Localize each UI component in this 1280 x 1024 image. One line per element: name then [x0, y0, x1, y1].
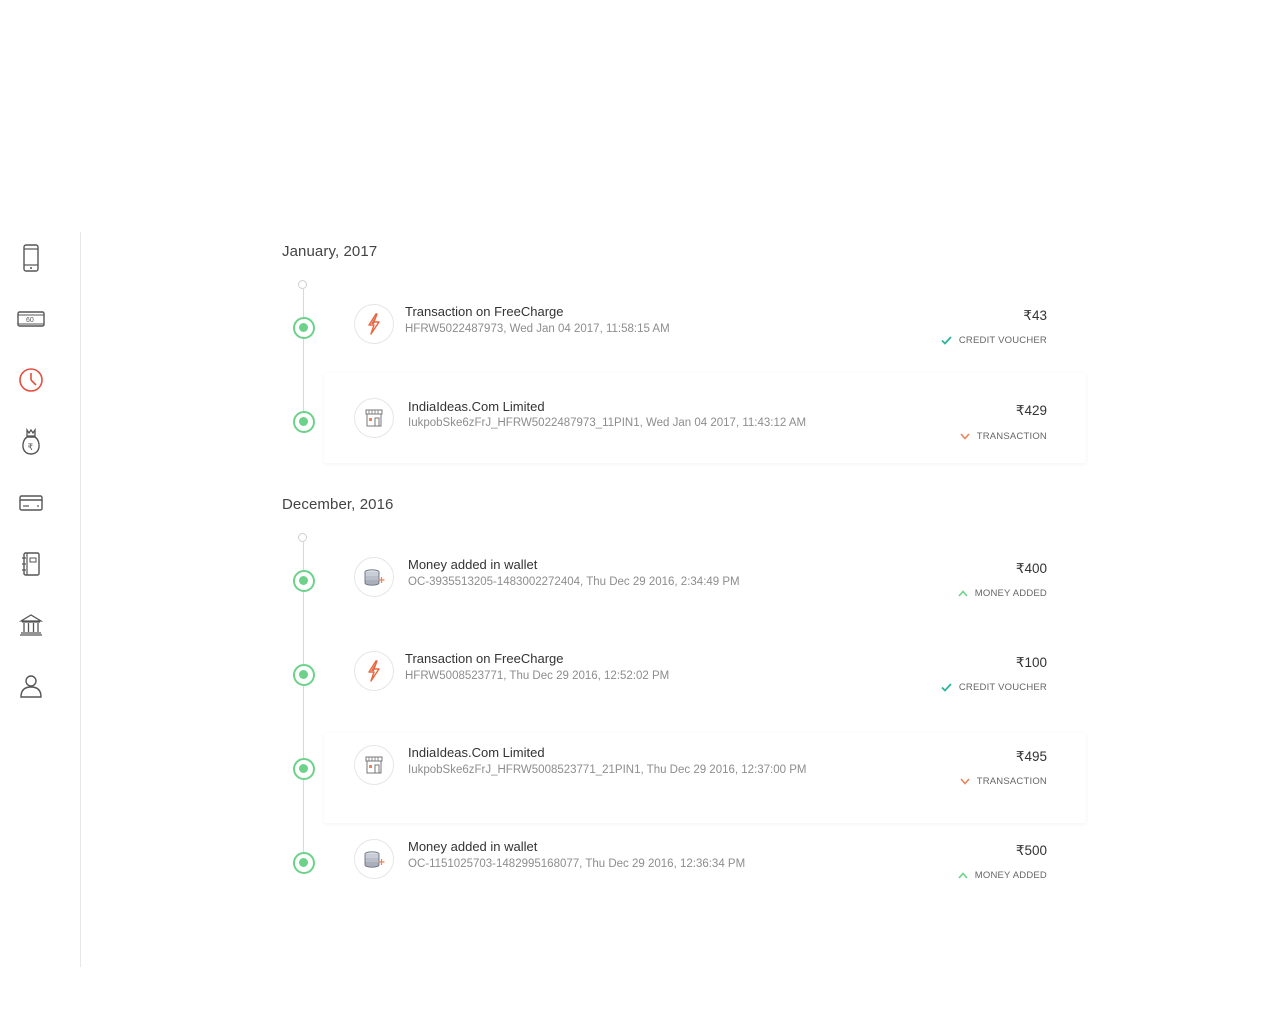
svg-text:₹: ₹ — [28, 443, 34, 453]
sidebar-item-bank[interactable] — [16, 610, 46, 640]
timeline-line — [303, 289, 304, 422]
status-label: TRANSACTION — [976, 776, 1047, 787]
sidebar-item-money-bag[interactable]: ₹ — [16, 427, 46, 457]
sidebar-item-passbook[interactable] — [16, 549, 46, 579]
transaction-amount: ₹100 — [1015, 655, 1047, 670]
month-heading: December, 2016 — [282, 496, 394, 513]
transaction-title: Money added in wallet — [408, 839, 538, 854]
transaction-details: HFRW5008523771, Thu Dec 29 2016, 12:52:0… — [405, 670, 670, 682]
status-label: TRANSACTION — [976, 431, 1047, 442]
transaction-status: TRANSACTION — [960, 776, 1047, 787]
voucher-label: 60 — [26, 317, 34, 324]
chevron-up-icon — [958, 590, 968, 597]
chevron-down-icon — [960, 778, 970, 785]
mobile-icon — [23, 244, 39, 272]
timeline-start-marker — [298, 533, 307, 542]
status-label: CREDIT VOUCHER — [958, 335, 1047, 346]
sidebar-item-history[interactable] — [16, 365, 46, 395]
timeline-dot — [293, 758, 315, 780]
sidebar-item-cards[interactable] — [16, 488, 46, 518]
history-clock-icon — [19, 368, 43, 392]
transaction-row[interactable]: IndiaIdeas.Com Limited IukpobSke6zFrJ_HF… — [324, 733, 1086, 823]
timeline-dot — [293, 570, 315, 592]
transaction-status: TRANSACTION — [960, 431, 1047, 442]
card-icon — [19, 495, 43, 511]
freecharge-icon — [354, 304, 394, 344]
transaction-details: IukpobSke6zFrJ_HFRW5022487973_11PIN1, We… — [408, 417, 807, 429]
sidebar-item-vouchers[interactable]: 60 — [16, 304, 46, 334]
transaction-details: IukpobSke6zFrJ_HFRW5008523771_21PIN1, Th… — [408, 764, 807, 776]
transaction-row[interactable]: Money added in wallet OC-1151025703-1482… — [324, 827, 1086, 917]
transaction-row[interactable]: IndiaIdeas.Com Limited IukpobSke6zFrJ_HF… — [324, 373, 1086, 463]
transaction-status: MONEY ADDED — [958, 870, 1047, 881]
profile-icon — [20, 675, 42, 698]
month-heading: January, 2017 — [282, 243, 378, 260]
status-label: CREDIT VOUCHER — [958, 682, 1047, 693]
transaction-details: HFRW5022487973, Wed Jan 04 2017, 11:58:1… — [405, 323, 670, 335]
wallet-coins-icon — [354, 839, 394, 879]
transaction-title: IndiaIdeas.Com Limited — [408, 399, 545, 414]
timeline-start-marker — [298, 280, 307, 289]
transaction-title: Transaction on FreeCharge — [405, 304, 564, 319]
store-icon — [354, 745, 394, 785]
transaction-title: IndiaIdeas.Com Limited — [408, 745, 545, 760]
transaction-amount: ₹400 — [1015, 561, 1047, 576]
transaction-amount: ₹500 — [1015, 843, 1047, 858]
sidebar-item-mobile[interactable] — [16, 243, 46, 273]
timeline-dot — [293, 664, 315, 686]
gift-voucher-icon: 60 — [17, 311, 45, 327]
transaction-row[interactable]: Money added in wallet OC-3935513205-1483… — [324, 545, 1086, 635]
transaction-status: CREDIT VOUCHER — [941, 335, 1047, 346]
transaction-row[interactable]: Transaction on FreeCharge HFRW5022487973… — [324, 292, 1086, 382]
transaction-title: Money added in wallet — [408, 557, 538, 572]
timeline-dot — [293, 852, 315, 874]
freecharge-icon — [354, 651, 394, 691]
money-bag-icon: ₹ — [22, 428, 40, 455]
transaction-status: CREDIT VOUCHER — [941, 682, 1047, 693]
notebook-icon — [22, 552, 40, 576]
status-label: MONEY ADDED — [974, 588, 1047, 599]
chevron-down-icon — [960, 433, 970, 440]
sidebar-item-profile[interactable] — [16, 671, 46, 701]
wallet-coins-icon — [354, 557, 394, 597]
store-icon — [354, 398, 394, 438]
transaction-amount: ₹429 — [1015, 403, 1047, 418]
transaction-amount: ₹495 — [1015, 749, 1047, 764]
timeline-dot — [293, 317, 315, 339]
transaction-status: MONEY ADDED — [958, 588, 1047, 599]
timeline-dot — [293, 411, 315, 433]
transaction-details: OC-3935513205-1483002272404, Thu Dec 29 … — [408, 576, 740, 588]
check-icon — [941, 683, 952, 692]
check-icon — [941, 336, 952, 345]
transaction-amount: ₹43 — [1023, 308, 1047, 323]
status-label: MONEY ADDED — [974, 870, 1047, 881]
transaction-row[interactable]: Transaction on FreeCharge HFRW5008523771… — [324, 639, 1086, 729]
bank-icon — [19, 614, 43, 636]
transaction-details: OC-1151025703-1482995168077, Thu Dec 29 … — [408, 858, 746, 870]
sidebar-nav: 60 ₹ — [0, 232, 81, 967]
chevron-up-icon — [958, 872, 968, 879]
transaction-title: Transaction on FreeCharge — [405, 651, 564, 666]
